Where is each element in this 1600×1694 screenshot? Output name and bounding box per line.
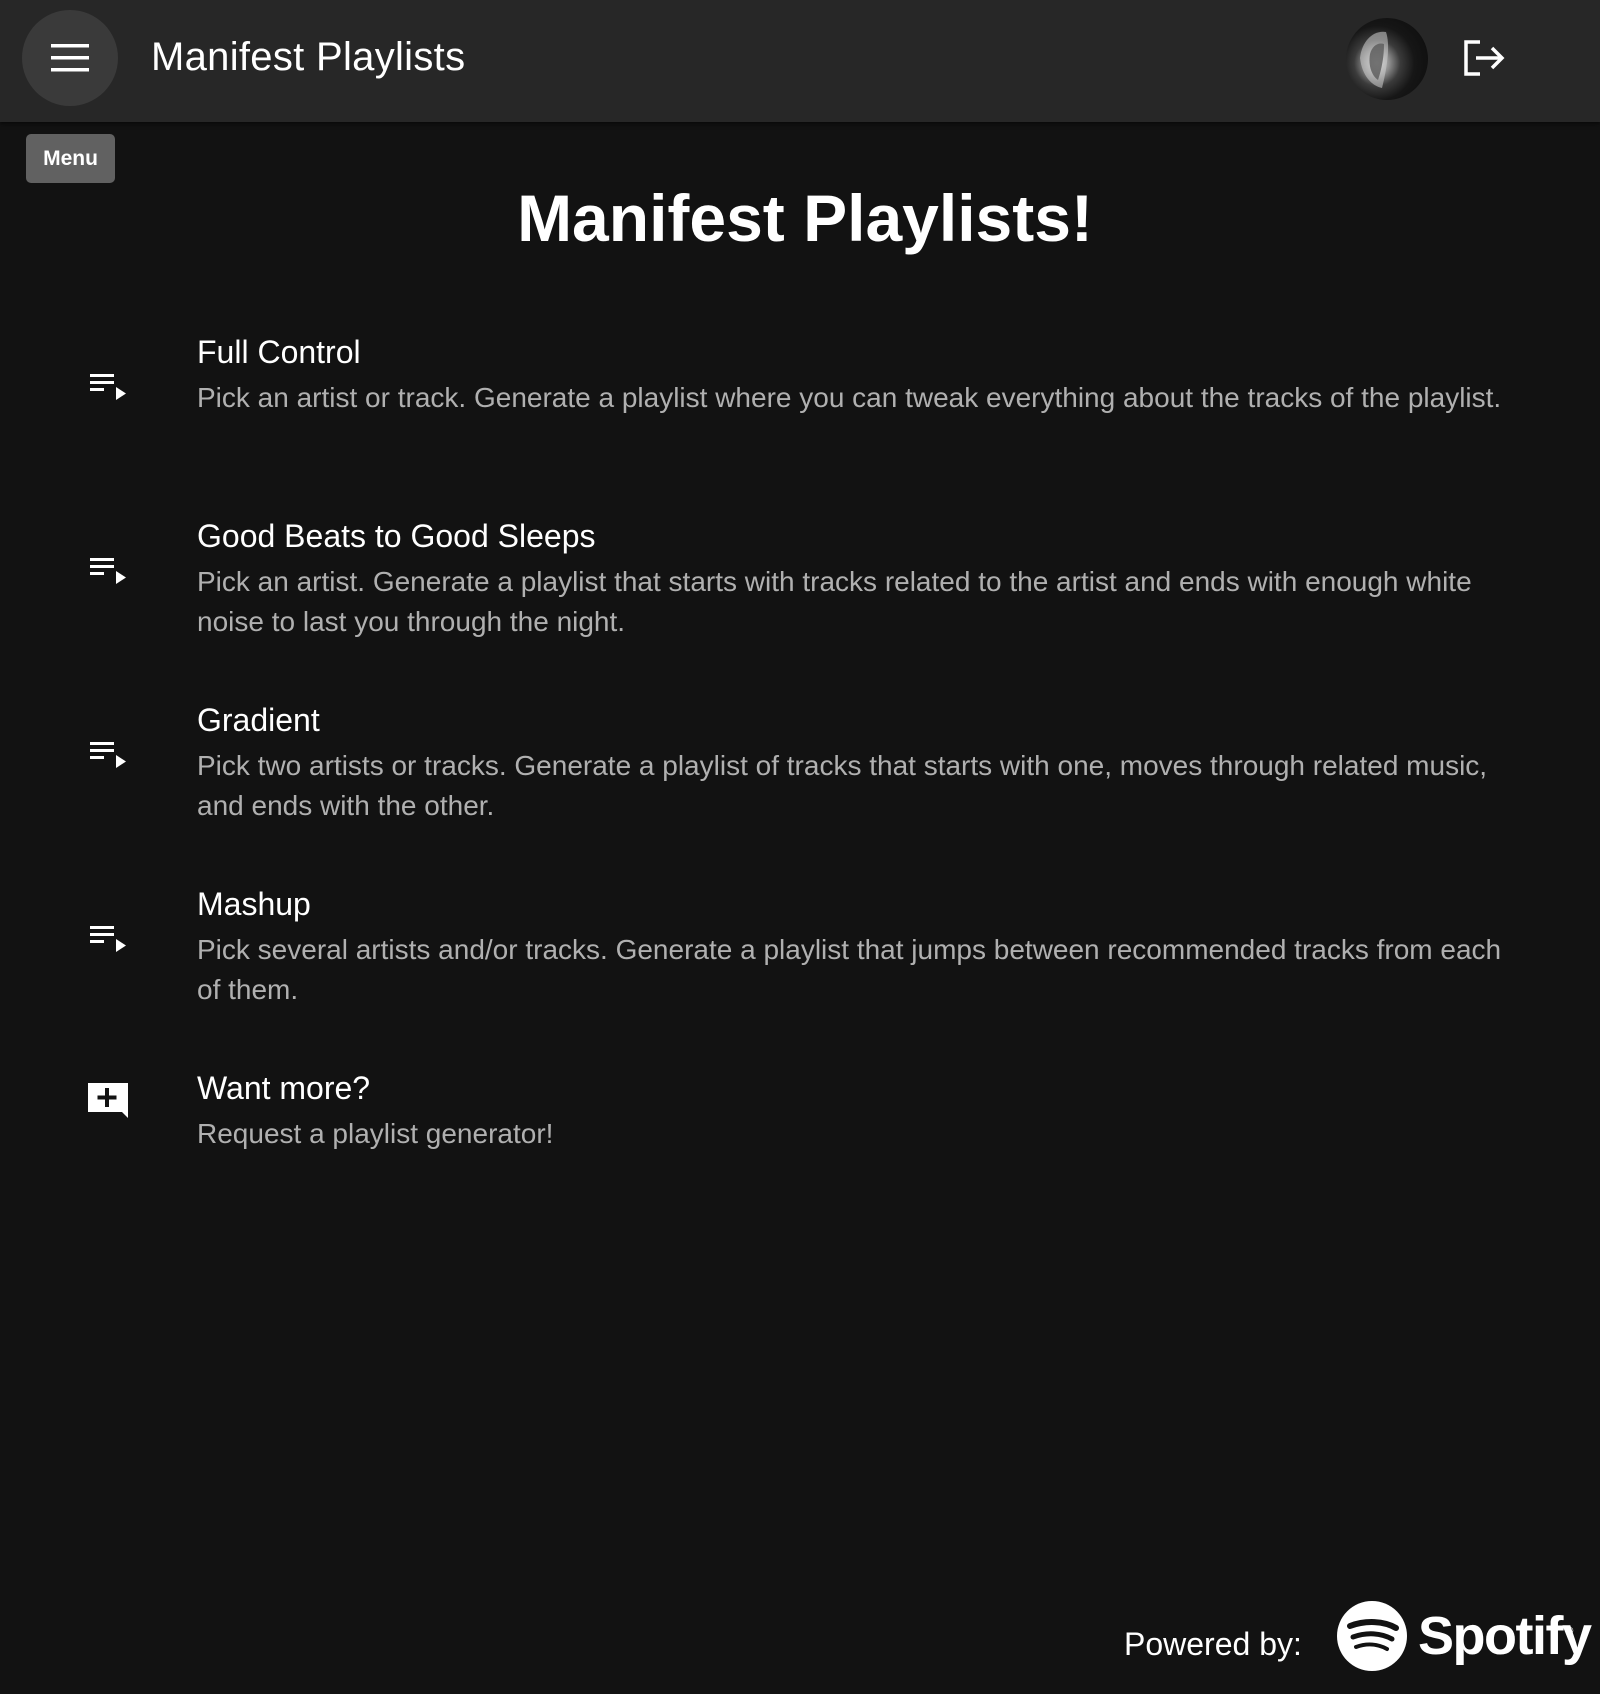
playlist-play-icon xyxy=(86,738,132,784)
list-item-good-beats[interactable]: Good Beats to Good Sleeps Pick an artist… xyxy=(0,508,1600,692)
spotify-logo-icon xyxy=(1336,1600,1408,1672)
list-item-want-more[interactable]: Want more? Request a playlist generator! xyxy=(0,1060,1600,1244)
list-item-gradient[interactable]: Gradient Pick two artists or tracks. Gen… xyxy=(0,692,1600,876)
list-item-mashup[interactable]: Mashup Pick several artists and/or track… xyxy=(0,876,1600,1060)
item-title: Full Control xyxy=(197,334,361,370)
registered-mark: ® xyxy=(1566,1626,1574,1637)
powered-by-label: Powered by: xyxy=(1124,1626,1302,1662)
item-description: Pick two artists or tracks. Generate a p… xyxy=(197,750,1488,821)
item-description: Request a playlist generator! xyxy=(197,1118,554,1149)
app-title: Manifest Playlists xyxy=(151,34,466,79)
playlist-play-icon xyxy=(86,554,132,600)
page-heading: Manifest Playlists! xyxy=(517,181,1093,255)
item-title: Want more? xyxy=(197,1070,371,1106)
playlist-play-icon xyxy=(86,370,132,416)
app-bar: Manifest Playlists xyxy=(0,0,1600,122)
menu-button[interactable] xyxy=(22,10,118,106)
item-description: Pick an artist. Generate a playlist that… xyxy=(197,566,1472,637)
logout-icon xyxy=(1464,40,1505,76)
generator-list: Full Control Pick an artist or track. Ge… xyxy=(0,324,1600,1244)
menu-icon xyxy=(51,44,89,72)
item-description: Pick several artists and/or tracks. Gene… xyxy=(197,934,1502,1005)
user-avatar[interactable] xyxy=(1346,18,1428,100)
item-description: Pick an artist or track. Generate a play… xyxy=(197,382,1502,413)
playlist-play-icon xyxy=(86,922,132,968)
item-title: Mashup xyxy=(197,886,311,922)
logout-button[interactable] xyxy=(1456,30,1512,86)
menu-tooltip: Menu xyxy=(26,134,115,183)
list-item-full-control[interactable]: Full Control Pick an artist or track. Ge… xyxy=(0,324,1600,508)
item-title: Gradient xyxy=(197,702,320,738)
spotify-wordmark: Spotify xyxy=(1418,1606,1592,1666)
add-comment-icon xyxy=(86,1080,132,1126)
item-title: Good Beats to Good Sleeps xyxy=(197,518,596,554)
